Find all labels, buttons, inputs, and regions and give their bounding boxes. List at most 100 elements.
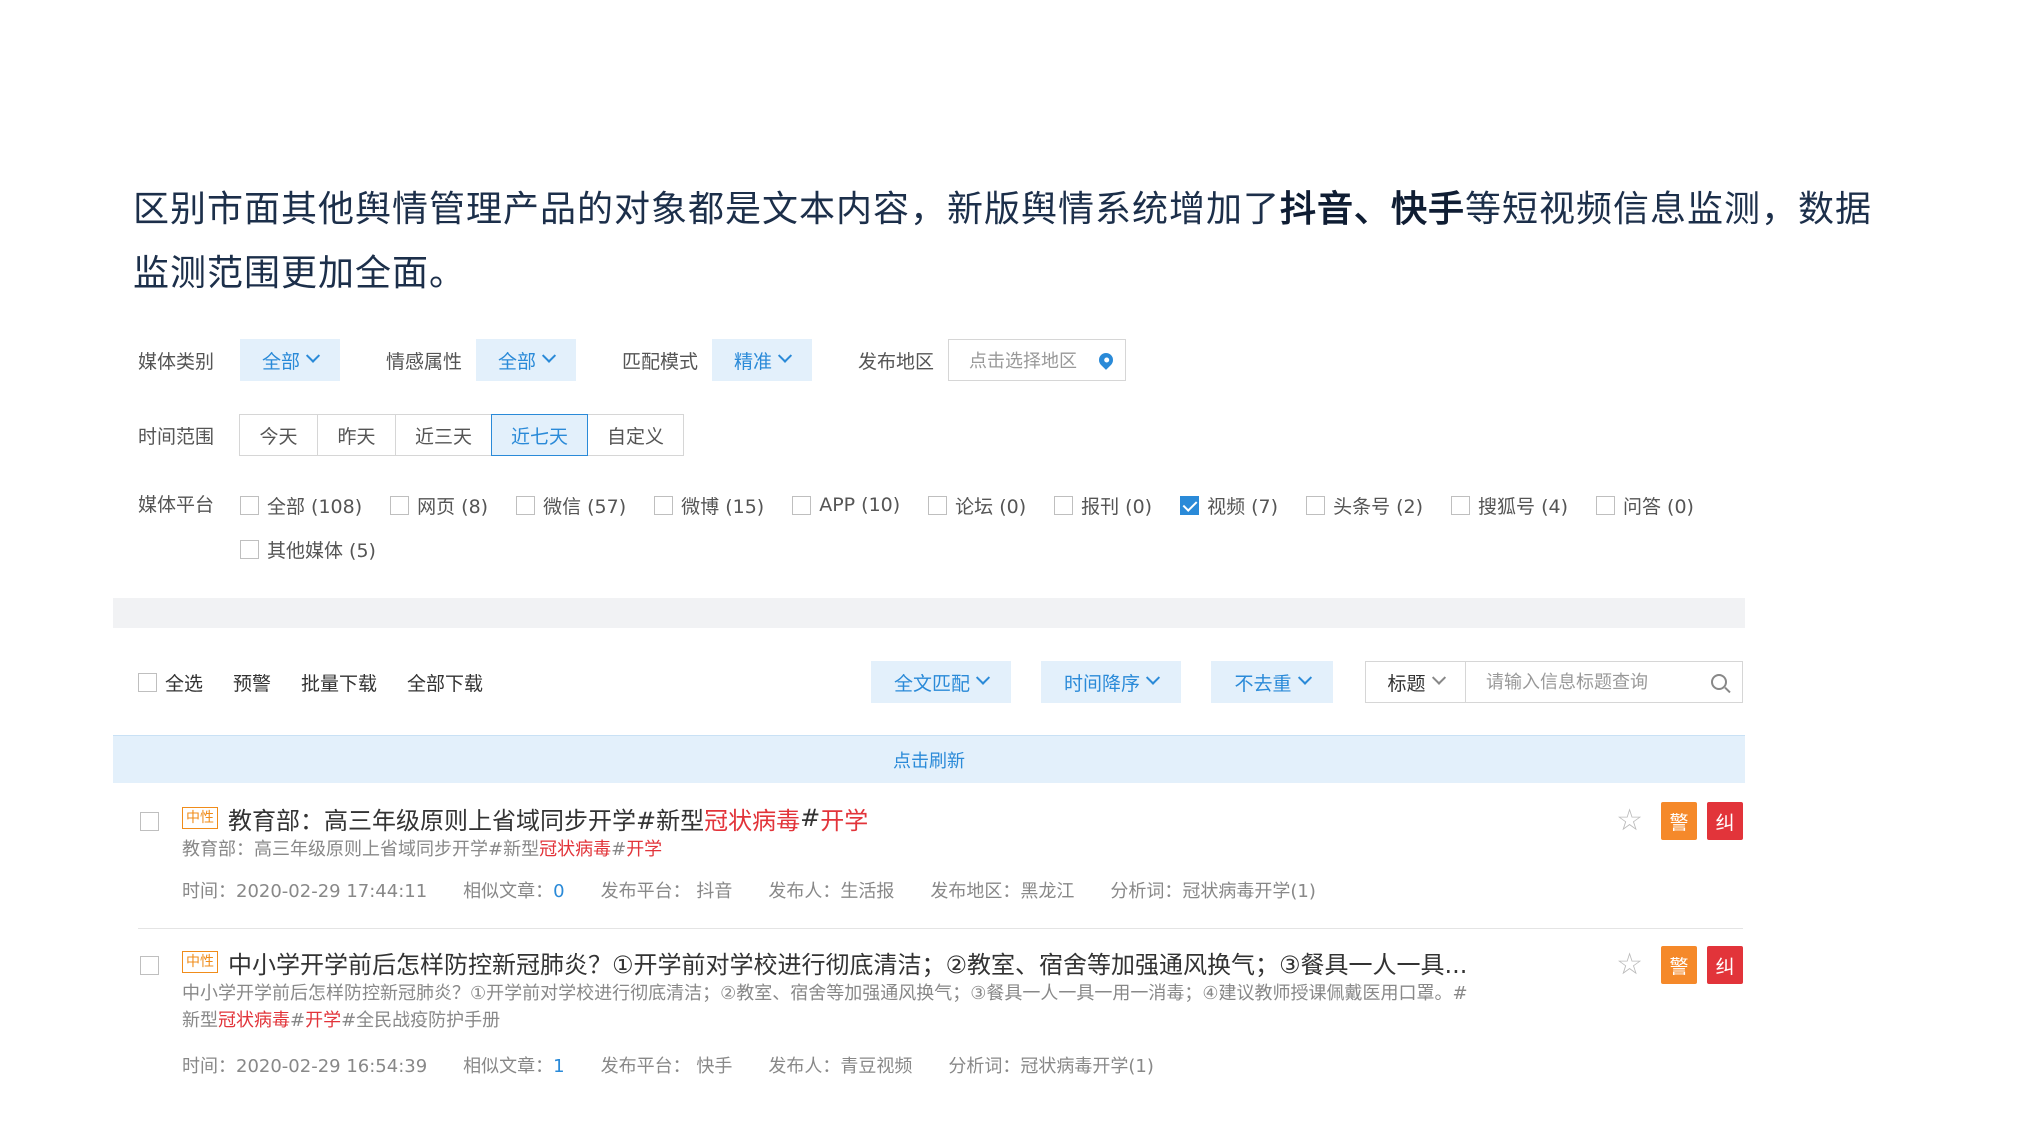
title-search: 标题 bbox=[1365, 661, 1743, 703]
checkbox-label: 问答 (0) bbox=[1623, 495, 1694, 518]
match-mode-dropdown[interactable]: 精准 bbox=[712, 339, 813, 381]
publish-time: 时间：2020-02-29 16:54:39 bbox=[182, 1056, 428, 1077]
refresh-bar[interactable]: 点击刷新 bbox=[113, 735, 1745, 783]
platform-checkbox-toutiao[interactable]: 头条号 (2) bbox=[1306, 492, 1423, 518]
result-title[interactable]: 中性 教育部：高三年级原则上省域同步开学#新型 冠状病毒 # 开学 bbox=[182, 800, 1743, 836]
summary-highlight: 开学 bbox=[626, 839, 663, 860]
checkbox[interactable] bbox=[1054, 495, 1074, 515]
correct-icon-button[interactable]: 纠 bbox=[1707, 946, 1743, 984]
checkbox[interactable] bbox=[928, 495, 948, 515]
similar-count[interactable]: 0 bbox=[553, 881, 564, 902]
result-meta: 时间：2020-02-29 16:54:39 相似文章：1 发布平台： 快手 发… bbox=[182, 1052, 1743, 1078]
checkbox-label: 报刊 (0) bbox=[1081, 495, 1153, 518]
time-option-7days[interactable]: 近七天 bbox=[491, 414, 588, 456]
platform-checkbox-web[interactable]: 网页 (8) bbox=[390, 492, 488, 518]
search-input[interactable] bbox=[1466, 662, 1696, 702]
platform-checkbox-app[interactable]: APP (10) bbox=[792, 492, 900, 518]
result-summary: 中小学开学前后怎样防控新冠肺炎？①开学前对学校进行彻底清洁；②教室、宿舍等加强通… bbox=[182, 980, 1472, 1034]
summary-text: # bbox=[290, 1010, 306, 1031]
time-option-custom[interactable]: 自定义 bbox=[587, 414, 684, 456]
sentiment-dropdown[interactable]: 全部 bbox=[476, 339, 577, 381]
checkbox-label: 全部 (108) bbox=[267, 495, 363, 518]
match-type-dropdown[interactable]: 全文匹配 bbox=[871, 661, 1011, 703]
checkbox-checked[interactable] bbox=[1180, 495, 1200, 515]
media-type-dropdown[interactable]: 全部 bbox=[240, 339, 340, 381]
checkbox[interactable] bbox=[390, 495, 410, 515]
dedupe-value: 不去重 bbox=[1234, 672, 1292, 695]
checkbox[interactable] bbox=[240, 539, 259, 559]
similar-count[interactable]: 1 bbox=[553, 1056, 564, 1077]
chevron-down-icon bbox=[1145, 670, 1161, 685]
platform-checkbox-wechat[interactable]: 微信 (57) bbox=[516, 492, 626, 518]
search-field-dropdown[interactable]: 标题 bbox=[1366, 662, 1466, 702]
download-all-button[interactable]: 全部下载 bbox=[407, 669, 483, 696]
checkbox[interactable] bbox=[138, 672, 157, 692]
title-highlight: 开学 bbox=[820, 806, 869, 835]
checkbox[interactable] bbox=[1306, 495, 1326, 515]
platform-checkbox-all[interactable]: 全部 (108) bbox=[240, 492, 362, 518]
alert-icon-button[interactable]: 警 bbox=[1661, 802, 1697, 840]
alert-icon-button[interactable]: 警 bbox=[1661, 946, 1697, 984]
result-checkbox[interactable] bbox=[140, 812, 159, 831]
title-text: # bbox=[800, 804, 821, 832]
title-highlight: 冠状病毒 bbox=[704, 806, 801, 835]
location-pin-icon bbox=[1096, 350, 1116, 370]
publisher: 发布人：生活报 bbox=[768, 881, 895, 902]
result-title[interactable]: 中性 中小学开学前后怎样防控新冠肺炎？①开学前对学校进行彻底清洁；②教室、宿舍等加… bbox=[182, 944, 1743, 980]
analysis-keywords: 分析词：冠状病毒开学(1) bbox=[1110, 881, 1316, 902]
summary-highlight: 冠状病毒 bbox=[218, 1010, 290, 1031]
summary-highlight: 冠状病毒 bbox=[539, 839, 612, 860]
checkbox[interactable] bbox=[1451, 495, 1471, 515]
platform-checkbox-other[interactable]: 其他媒体 (5) bbox=[240, 536, 376, 562]
alert-button[interactable]: 预警 bbox=[233, 669, 271, 696]
intro-part1: 区别市面其他舆情管理产品的对象都是文本内容，新版舆情系统增加了 bbox=[133, 189, 1281, 230]
checkbox-label: APP (10) bbox=[819, 494, 901, 516]
section-divider bbox=[113, 598, 1745, 628]
region-label: 发布地区 bbox=[858, 350, 935, 373]
checkbox[interactable] bbox=[792, 495, 812, 515]
time-option-yesterday[interactable]: 昨天 bbox=[317, 414, 396, 456]
platform-checkbox-video[interactable]: 视频 (7) bbox=[1180, 492, 1278, 518]
search-button[interactable] bbox=[1696, 662, 1742, 702]
summary-highlight: 开学 bbox=[305, 1010, 342, 1031]
chevron-down-icon bbox=[1297, 670, 1312, 685]
checkbox[interactable] bbox=[516, 495, 536, 515]
checkbox-label: 视频 (7) bbox=[1207, 495, 1279, 518]
platform-checkbox-qa[interactable]: 问答 (0) bbox=[1596, 492, 1694, 518]
chevron-down-icon bbox=[541, 348, 557, 363]
platform-checkbox-sohu[interactable]: 搜狐号 (4) bbox=[1451, 492, 1568, 518]
platform-checkbox-press[interactable]: 报刊 (0) bbox=[1054, 492, 1152, 518]
similar-articles: 相似文章：0 bbox=[463, 877, 564, 903]
sort-dropdown[interactable]: 时间降序 bbox=[1041, 661, 1181, 703]
result-checkbox[interactable] bbox=[140, 956, 159, 975]
star-icon[interactable]: ☆ bbox=[1616, 806, 1643, 836]
chevron-down-icon bbox=[305, 348, 321, 363]
checkbox[interactable] bbox=[1596, 495, 1616, 515]
time-option-today[interactable]: 今天 bbox=[239, 414, 318, 456]
platform-checkbox-weibo[interactable]: 微博 (15) bbox=[654, 492, 764, 518]
time-option-3days[interactable]: 近三天 bbox=[395, 414, 492, 456]
results-toolbar: 全选 预警 批量下载 全部下载 全文匹配 时间降序 不去重 标题 bbox=[138, 660, 1743, 704]
checkbox[interactable] bbox=[654, 495, 674, 515]
batch-download-button[interactable]: 批量下载 bbox=[301, 669, 377, 696]
select-all-checkbox[interactable]: 全选 bbox=[138, 669, 203, 696]
platform-checkbox-forum[interactable]: 论坛 (0) bbox=[928, 492, 1026, 518]
sentiment-value: 全部 bbox=[498, 350, 537, 373]
dedupe-dropdown[interactable]: 不去重 bbox=[1211, 661, 1333, 703]
sort-value: 时间降序 bbox=[1063, 672, 1140, 695]
star-icon[interactable]: ☆ bbox=[1616, 950, 1643, 980]
checkbox-label: 其他媒体 (5) bbox=[267, 539, 376, 562]
checkbox[interactable] bbox=[240, 495, 259, 515]
region-selector[interactable]: 点击选择地区 bbox=[948, 339, 1127, 381]
title-text: 中小学开学前后怎样防控新冠肺炎？①开学前对学校进行彻底清洁；②教室、宿舍等加强通… bbox=[228, 950, 1468, 979]
time-range-label: 时间范围 bbox=[138, 425, 215, 448]
filter-row-platform: 媒体平台 全部 (108) 网页 (8) 微信 (57) 微博 (15) APP… bbox=[138, 492, 1820, 562]
correct-icon-button[interactable]: 纠 bbox=[1707, 802, 1743, 840]
media-type-label: 媒体类别 bbox=[138, 350, 215, 373]
result-summary: 教育部：高三年级原则上省域同步开学#新型冠状病毒#开学 bbox=[182, 836, 1472, 863]
checkbox-label: 微信 (57) bbox=[543, 495, 627, 518]
match-mode-label: 匹配模式 bbox=[622, 350, 699, 373]
publisher: 发布人：青豆视频 bbox=[768, 1056, 913, 1077]
publish-time: 时间：2020-02-29 17:44:11 bbox=[182, 881, 428, 902]
result-body: 中性 教育部：高三年级原则上省域同步开学#新型 冠状病毒 # 开学 教育部：高三年级原… bbox=[182, 800, 1743, 903]
